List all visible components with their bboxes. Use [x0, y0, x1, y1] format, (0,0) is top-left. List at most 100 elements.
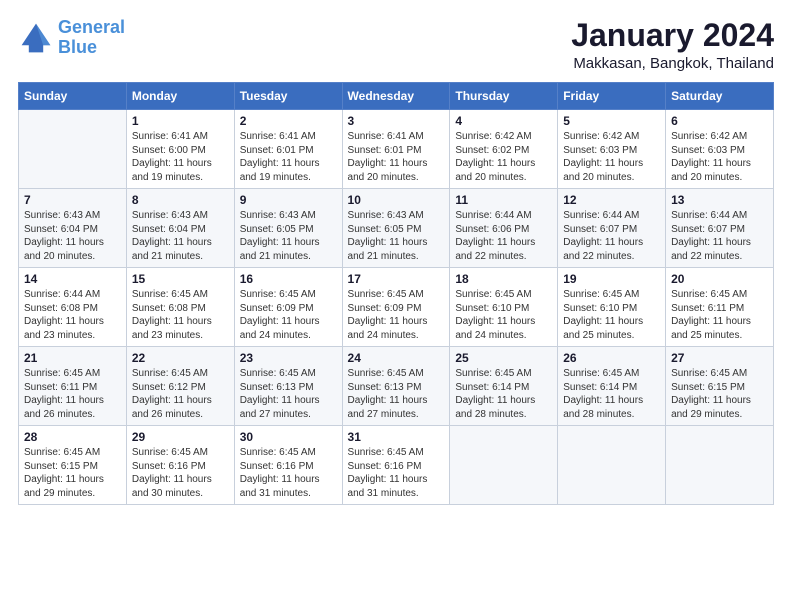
header-monday: Monday: [126, 83, 234, 110]
day-number: 3: [348, 114, 445, 128]
calendar-week-row: 1 Sunrise: 6:41 AM Sunset: 6:00 PM Daylig…: [19, 110, 774, 189]
day-info: Sunrise: 6:45 AM Sunset: 6:14 PM Dayligh…: [455, 367, 552, 421]
calendar-week-row: 14 Sunrise: 6:44 AM Sunset: 6:08 PM Dayli…: [19, 268, 774, 347]
day-info: Sunrise: 6:43 AM Sunset: 6:04 PM Dayligh…: [132, 209, 229, 263]
day-info: Sunrise: 6:43 AM Sunset: 6:05 PM Dayligh…: [240, 209, 337, 263]
table-row: 4 Sunrise: 6:42 AM Sunset: 6:02 PM Daylig…: [450, 110, 558, 189]
day-number: 26: [563, 351, 660, 365]
day-info: Sunrise: 6:45 AM Sunset: 6:11 PM Dayligh…: [671, 288, 768, 342]
header-wednesday: Wednesday: [342, 83, 450, 110]
day-info: Sunrise: 6:41 AM Sunset: 6:00 PM Dayligh…: [132, 130, 229, 184]
day-number: 24: [348, 351, 445, 365]
table-row: 9Sunrise: 6:43 AM Sunset: 6:05 PM Daylig…: [234, 189, 342, 268]
day-number: 18: [455, 272, 552, 286]
day-number: 19: [563, 272, 660, 286]
logo-text: General Blue: [58, 18, 125, 58]
day-info: Sunrise: 6:45 AM Sunset: 6:13 PM Dayligh…: [348, 367, 445, 421]
day-number: 8: [132, 193, 229, 207]
table-row: 15 Sunrise: 6:45 AM Sunset: 6:08 PM Dayli…: [126, 268, 234, 347]
day-number: 13: [671, 193, 768, 207]
table-row: 1 Sunrise: 6:41 AM Sunset: 6:00 PM Daylig…: [126, 110, 234, 189]
table-row: [450, 426, 558, 505]
day-info: Sunrise: 6:45 AM Sunset: 6:10 PM Dayligh…: [455, 288, 552, 342]
day-info: Sunrise: 6:45 AM Sunset: 6:15 PM Dayligh…: [671, 367, 768, 421]
day-number: 16: [240, 272, 337, 286]
day-info: Sunrise: 6:45 AM Sunset: 6:08 PM Dayligh…: [132, 288, 229, 342]
logo-icon: [18, 20, 54, 56]
table-row: 30 Sunrise: 6:45 AM Sunset: 6:16 PM Dayli…: [234, 426, 342, 505]
table-row: 23 Sunrise: 6:45 AM Sunset: 6:13 PM Dayli…: [234, 347, 342, 426]
logo: General Blue: [18, 18, 125, 58]
header-row: General Blue January 2024 Makkasan, Bang…: [18, 18, 774, 72]
day-number: 23: [240, 351, 337, 365]
day-number: 11: [455, 193, 552, 207]
day-info: Sunrise: 6:45 AM Sunset: 6:09 PM Dayligh…: [348, 288, 445, 342]
day-info: Sunrise: 6:42 AM Sunset: 6:03 PM Dayligh…: [671, 130, 768, 184]
table-row: 3 Sunrise: 6:41 AM Sunset: 6:01 PM Daylig…: [342, 110, 450, 189]
day-number: 2: [240, 114, 337, 128]
table-row: 6 Sunrise: 6:42 AM Sunset: 6:03 PM Daylig…: [666, 110, 774, 189]
table-row: 2 Sunrise: 6:41 AM Sunset: 6:01 PM Daylig…: [234, 110, 342, 189]
table-row: 20Sunrise: 6:45 AM Sunset: 6:11 PM Dayli…: [666, 268, 774, 347]
day-info: Sunrise: 6:44 AM Sunset: 6:07 PM Dayligh…: [563, 209, 660, 263]
table-row: 31 Sunrise: 6:45 AM Sunset: 6:16 PM Dayli…: [342, 426, 450, 505]
day-number: 1: [132, 114, 229, 128]
table-row: 7 Sunrise: 6:43 AM Sunset: 6:04 PM Daylig…: [19, 189, 127, 268]
day-info: Sunrise: 6:42 AM Sunset: 6:03 PM Dayligh…: [563, 130, 660, 184]
day-number: 5: [563, 114, 660, 128]
table-row: 26Sunrise: 6:45 AM Sunset: 6:14 PM Dayli…: [558, 347, 666, 426]
table-row: 27 Sunrise: 6:45 AM Sunset: 6:15 PM Dayli…: [666, 347, 774, 426]
day-number: 14: [24, 272, 121, 286]
table-row: 17Sunrise: 6:45 AM Sunset: 6:09 PM Dayli…: [342, 268, 450, 347]
table-row: 19Sunrise: 6:45 AM Sunset: 6:10 PM Dayli…: [558, 268, 666, 347]
day-info: Sunrise: 6:45 AM Sunset: 6:09 PM Dayligh…: [240, 288, 337, 342]
calendar-week-row: 21 Sunrise: 6:45 AM Sunset: 6:11 PM Dayli…: [19, 347, 774, 426]
day-info: Sunrise: 6:43 AM Sunset: 6:04 PM Dayligh…: [24, 209, 121, 263]
day-info: Sunrise: 6:45 AM Sunset: 6:16 PM Dayligh…: [348, 446, 445, 500]
day-info: Sunrise: 6:45 AM Sunset: 6:16 PM Dayligh…: [132, 446, 229, 500]
day-info: Sunrise: 6:41 AM Sunset: 6:01 PM Dayligh…: [240, 130, 337, 184]
day-info: Sunrise: 6:45 AM Sunset: 6:16 PM Dayligh…: [240, 446, 337, 500]
day-number: 10: [348, 193, 445, 207]
table-row: [666, 426, 774, 505]
day-number: 15: [132, 272, 229, 286]
day-number: 6: [671, 114, 768, 128]
table-row: 22Sunrise: 6:45 AM Sunset: 6:12 PM Dayli…: [126, 347, 234, 426]
table-row: 12 Sunrise: 6:44 AM Sunset: 6:07 PM Dayli…: [558, 189, 666, 268]
day-info: Sunrise: 6:44 AM Sunset: 6:08 PM Dayligh…: [24, 288, 121, 342]
table-row: 21 Sunrise: 6:45 AM Sunset: 6:11 PM Dayli…: [19, 347, 127, 426]
day-number: 4: [455, 114, 552, 128]
day-number: 21: [24, 351, 121, 365]
calendar-week-row: 7 Sunrise: 6:43 AM Sunset: 6:04 PM Daylig…: [19, 189, 774, 268]
table-row: 28 Sunrise: 6:45 AM Sunset: 6:15 PM Dayli…: [19, 426, 127, 505]
table-row: 18 Sunrise: 6:45 AM Sunset: 6:10 PM Dayli…: [450, 268, 558, 347]
page: General Blue January 2024 Makkasan, Bang…: [0, 0, 792, 612]
header-friday: Friday: [558, 83, 666, 110]
day-number: 7: [24, 193, 121, 207]
table-row: 11 Sunrise: 6:44 AM Sunset: 6:06 PM Dayli…: [450, 189, 558, 268]
table-row: 25Sunrise: 6:45 AM Sunset: 6:14 PM Dayli…: [450, 347, 558, 426]
table-row: [558, 426, 666, 505]
table-row: 10 Sunrise: 6:43 AM Sunset: 6:05 PM Dayli…: [342, 189, 450, 268]
day-number: 28: [24, 430, 121, 444]
table-row: 24 Sunrise: 6:45 AM Sunset: 6:13 PM Dayli…: [342, 347, 450, 426]
day-info: Sunrise: 6:44 AM Sunset: 6:06 PM Dayligh…: [455, 209, 552, 263]
day-info: Sunrise: 6:45 AM Sunset: 6:11 PM Dayligh…: [24, 367, 121, 421]
day-info: Sunrise: 6:45 AM Sunset: 6:15 PM Dayligh…: [24, 446, 121, 500]
day-info: Sunrise: 6:42 AM Sunset: 6:02 PM Dayligh…: [455, 130, 552, 184]
table-row: 13 Sunrise: 6:44 AM Sunset: 6:07 PM Dayli…: [666, 189, 774, 268]
day-number: 12: [563, 193, 660, 207]
title-block: January 2024 Makkasan, Bangkok, Thailand: [571, 18, 774, 72]
day-info: Sunrise: 6:45 AM Sunset: 6:13 PM Dayligh…: [240, 367, 337, 421]
day-info: Sunrise: 6:44 AM Sunset: 6:07 PM Dayligh…: [671, 209, 768, 263]
day-number: 30: [240, 430, 337, 444]
table-row: [19, 110, 127, 189]
day-info: Sunrise: 6:43 AM Sunset: 6:05 PM Dayligh…: [348, 209, 445, 263]
day-number: 31: [348, 430, 445, 444]
day-number: 27: [671, 351, 768, 365]
table-row: 14 Sunrise: 6:44 AM Sunset: 6:08 PM Dayli…: [19, 268, 127, 347]
table-row: 5 Sunrise: 6:42 AM Sunset: 6:03 PM Daylig…: [558, 110, 666, 189]
header-saturday: Saturday: [666, 83, 774, 110]
header-sunday: Sunday: [19, 83, 127, 110]
day-info: Sunrise: 6:41 AM Sunset: 6:01 PM Dayligh…: [348, 130, 445, 184]
